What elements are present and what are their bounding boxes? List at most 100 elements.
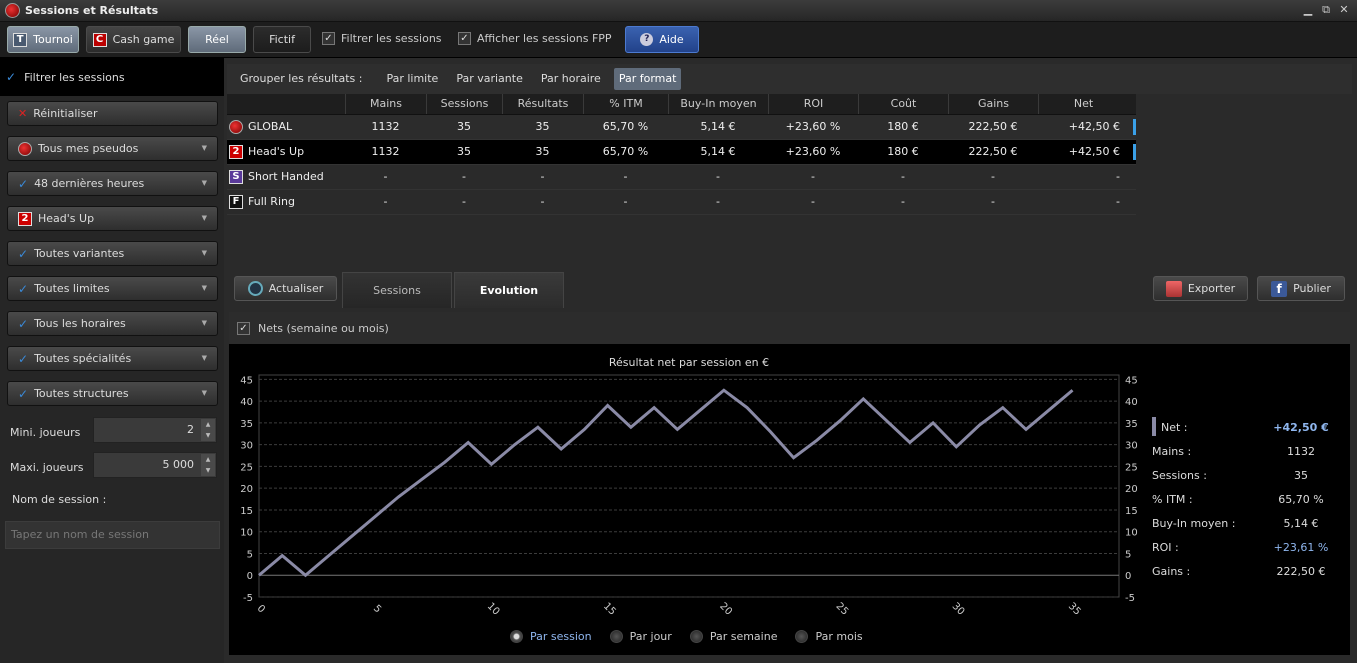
spin-up-icon[interactable]: ▲ (201, 419, 215, 430)
column-header[interactable]: Coût (858, 94, 948, 114)
filter-header[interactable]: ✓ Filtrer les sessions (0, 58, 224, 96)
export-label: Exporter (1187, 282, 1236, 295)
group-bar: Grouper les résultats : Par limite Par v… (227, 64, 1352, 94)
x-tick-label: 35 (1066, 601, 1083, 618)
radio-option[interactable]: Par session (510, 630, 592, 643)
table-row[interactable]: S Short Handed - - - - - - - - - (227, 165, 1136, 190)
group-by-format[interactable]: Par format (613, 68, 682, 90)
horaires-dropdown[interactable]: ✓ Tous les horaires ▼ (7, 311, 218, 336)
radio-option[interactable]: Par semaine (689, 630, 777, 643)
format-letter-icon: 2 (18, 211, 32, 226)
table-cell: 35 (457, 145, 471, 158)
column-header[interactable]: ROI (768, 94, 858, 114)
radio-option[interactable]: Par jour (609, 630, 672, 643)
spin-down-icon[interactable]: ▼ (201, 430, 215, 441)
minimize-icon[interactable]: ▁ (1301, 3, 1315, 17)
stat-label: Sessions : (1152, 469, 1207, 482)
restore-icon[interactable]: ⧉ (1319, 3, 1333, 17)
y-tick-label-left: 20 (240, 484, 253, 495)
row-name: Head's Up (248, 145, 305, 158)
y-tick-label-right: 25 (1125, 462, 1138, 473)
export-button[interactable]: Exporter (1153, 276, 1248, 301)
table-cell: 35 (535, 120, 550, 133)
row-name: GLOBAL (248, 120, 293, 133)
filtrer-checkbox[interactable]: ✓ Filtrer les sessions (322, 32, 442, 45)
max-players-stepper[interactable]: 5 000 ▲ ▼ (93, 452, 217, 478)
stats-panel: Net : +42,50 € Mains : 1132 Sessions : 35 % IT… (1151, 415, 1331, 583)
pseudo-logo-icon (18, 141, 32, 156)
table-cell: +23,60 % (785, 120, 841, 133)
format-dropdown[interactable]: 2 Head's Up ▼ (7, 206, 218, 231)
stat-value: +42,50 € (1273, 421, 1329, 434)
column-header[interactable]: Résultats (502, 94, 583, 114)
table-cell: - (383, 195, 388, 208)
fictif-button[interactable]: Fictif (253, 26, 311, 53)
group-label: Grouper les résultats : (240, 72, 363, 85)
row-name-cell: GLOBAL (227, 115, 345, 139)
tab-evolution[interactable]: Evolution (454, 272, 564, 308)
table-row[interactable]: 2 Head's Up 1132 35 35 65,70 % 5,14 € +23,60 % 1… (227, 140, 1136, 165)
column-header[interactable]: Mains (345, 94, 426, 114)
column-header[interactable]: % ITM (583, 94, 668, 114)
stat-value: 1132 (1287, 445, 1315, 458)
table-row[interactable]: F Full Ring - - - - - - - - - (227, 190, 1136, 215)
dropdown-arrow-icon: ▼ (201, 249, 207, 257)
variantes-dropdown[interactable]: ✓ Toutes variantes ▼ (7, 241, 218, 266)
reset-button[interactable]: ✕ Réinitialiser (7, 101, 218, 126)
y-tick-label-right: 5 (1125, 549, 1131, 560)
table-cell: - (383, 170, 388, 183)
radio-label: Par jour (629, 630, 672, 643)
column-header[interactable]: Sessions (426, 94, 502, 114)
row-color-marker (1133, 119, 1136, 135)
specialites-dropdown[interactable]: ✓ Toutes spécialités ▼ (7, 346, 218, 371)
radio-option[interactable]: Par mois (795, 630, 863, 643)
radio-label: Par mois (815, 630, 863, 643)
pseudos-dropdown[interactable]: Tous mes pseudos ▼ (7, 136, 218, 161)
period-dropdown[interactable]: ✓ 48 dernières heures ▼ (7, 171, 218, 196)
dropdown-arrow-icon: ▼ (201, 284, 207, 292)
row-name: Full Ring (248, 195, 295, 208)
table-cell: - (811, 170, 815, 183)
group-by-limite[interactable]: Par limite (381, 68, 443, 90)
column-header[interactable]: Buy-In moyen (668, 94, 768, 114)
publish-button[interactable]: f Publier (1257, 276, 1345, 301)
column-header[interactable] (227, 94, 345, 114)
check-icon: ✓ (18, 176, 29, 191)
min-players-stepper[interactable]: 2 ▲ ▼ (93, 417, 217, 443)
radio-unselected-icon (795, 630, 809, 643)
table-row[interactable]: GLOBAL 1132 35 35 65,70 % 5,14 € +23,60 % 180 €… (227, 115, 1136, 140)
group-by-variante[interactable]: Par variante (451, 68, 528, 90)
session-name-input[interactable]: Tapez un nom de session (5, 521, 220, 549)
spin-up-icon[interactable]: ▲ (201, 454, 215, 465)
reel-label: Réel (205, 33, 229, 46)
horaires-label: Tous les horaires (34, 317, 126, 330)
column-header[interactable]: Gains (948, 94, 1038, 114)
structures-dropdown[interactable]: ✓ Toutes structures ▼ (7, 381, 218, 406)
x-tick-label: 15 (601, 601, 618, 618)
tournoi-button[interactable]: T Tournoi (7, 26, 79, 53)
group-by-horaire[interactable]: Par horaire (536, 68, 606, 90)
table-cell: +42,50 € (1068, 145, 1120, 158)
y-tick-label-right: 20 (1125, 484, 1138, 495)
stat-row: Net : +42,50 € (1151, 415, 1331, 439)
format-letter-icon: 2 (229, 145, 243, 159)
reel-button[interactable]: Réel (188, 26, 246, 53)
spin-down-icon[interactable]: ▼ (201, 465, 215, 476)
refresh-button[interactable]: Actualiser (234, 276, 337, 301)
table-cell: - (716, 170, 720, 183)
y-tick-label-left: 35 (240, 419, 253, 430)
aide-button[interactable]: ? Aide (625, 26, 699, 53)
stat-value: 5,14 € (1283, 517, 1319, 530)
close-icon[interactable]: ✕ (1337, 3, 1351, 17)
dropdown-arrow-icon: ▼ (201, 319, 207, 327)
limites-dropdown[interactable]: ✓ Toutes limites ▼ (7, 276, 218, 301)
tab-sessions[interactable]: Sessions (342, 272, 452, 308)
table-cell: +23,60 % (785, 145, 841, 158)
cash-game-button[interactable]: C Cash game (86, 26, 181, 53)
check-icon: ✓ (18, 316, 29, 331)
fpp-checkbox[interactable]: ✓ Afficher les sessions FPP (458, 32, 612, 45)
fpp-label: Afficher les sessions FPP (477, 32, 612, 45)
stat-row: % ITM : 65,70 % (1151, 487, 1331, 511)
column-header[interactable]: Net (1038, 94, 1128, 114)
cash-label: Cash game (112, 33, 175, 46)
